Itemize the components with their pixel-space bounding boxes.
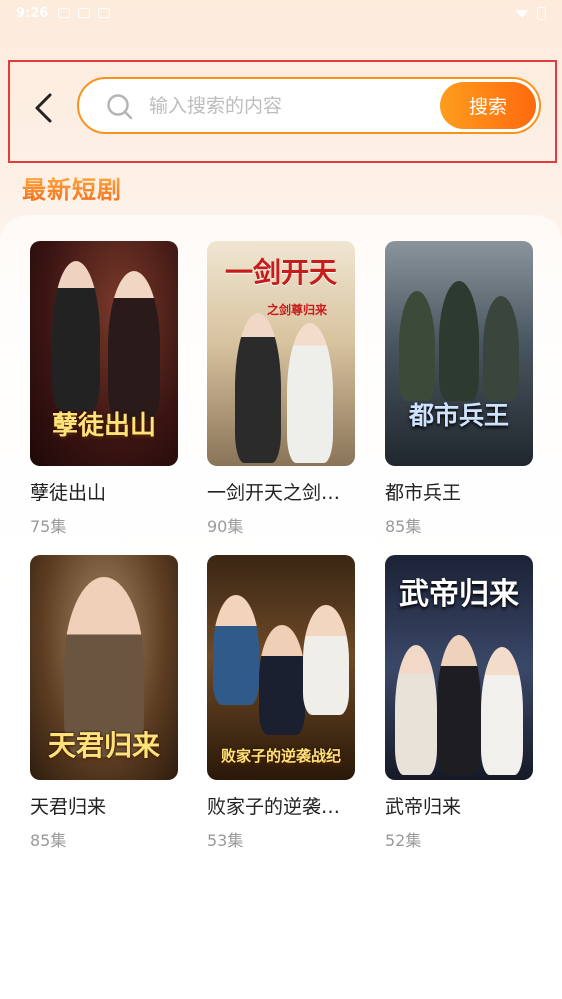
episode-count: 53集 xyxy=(207,831,244,850)
section-title: 最新短剧 xyxy=(22,170,122,205)
drama-card[interactable]: 孽徒出山 孽徒出山 75集 xyxy=(30,241,178,537)
mail-notification-icon xyxy=(98,8,111,18)
episode-count: 85集 xyxy=(385,517,422,536)
drama-poster: 一剑开天 之剑尊归来 xyxy=(207,241,355,466)
status-bar: 9:26 xyxy=(0,0,562,26)
drama-poster: 孽徒出山 xyxy=(30,241,178,466)
poster-title: 武帝归来 xyxy=(399,577,519,612)
app-notification-icon xyxy=(78,8,91,18)
status-time: 9:26 xyxy=(16,5,49,21)
drama-card[interactable]: 天君归来 天君归来 85集 xyxy=(30,555,178,851)
drama-poster: 败家子的逆袭战纪 xyxy=(207,555,355,780)
drama-poster: 天君归来 xyxy=(30,555,178,780)
wifi-icon xyxy=(515,10,529,18)
episode-count: 90集 xyxy=(207,517,244,536)
poster-title: 一剑开天 xyxy=(224,256,337,289)
search-input[interactable] xyxy=(149,89,429,123)
poster-subtitle: 之剑尊归来 xyxy=(267,303,328,317)
chevron-left-icon xyxy=(35,93,52,123)
search-header: 搜索 xyxy=(8,60,557,163)
drama-title: 天君归来 xyxy=(30,796,107,818)
drama-title: 败家子的逆袭… xyxy=(207,796,341,818)
episode-count: 75集 xyxy=(30,517,67,536)
poster-title: 孽徒出山 xyxy=(51,411,156,441)
episode-count: 52集 xyxy=(385,831,422,850)
poster-title: 天君归来 xyxy=(47,729,160,762)
episode-count: 85集 xyxy=(30,831,67,850)
poster-title: 败家子的逆袭战纪 xyxy=(220,747,341,765)
drama-card[interactable]: 都市兵王 都市兵王 85集 xyxy=(385,241,533,537)
drama-card[interactable]: 一剑开天 之剑尊归来 一剑开天之剑… 90集 xyxy=(207,241,355,537)
search-box[interactable]: 搜索 xyxy=(77,77,541,134)
drama-title: 孽徒出山 xyxy=(30,482,107,504)
gallery-notification-icon xyxy=(58,8,71,18)
drama-poster: 都市兵王 xyxy=(385,241,533,466)
poster-title: 都市兵王 xyxy=(408,401,509,430)
drama-poster: 武帝归来 xyxy=(385,555,533,780)
search-button[interactable]: 搜索 xyxy=(440,82,536,129)
battery-icon xyxy=(537,6,546,20)
drama-title: 武帝归来 xyxy=(385,796,462,818)
drama-title: 一剑开天之剑… xyxy=(207,482,341,504)
back-button[interactable] xyxy=(28,88,58,128)
search-icon xyxy=(107,94,133,120)
drama-card[interactable]: 武帝归来 武帝归来 52集 xyxy=(385,555,533,851)
drama-title: 都市兵王 xyxy=(385,482,462,504)
drama-card[interactable]: 败家子的逆袭战纪 败家子的逆袭… 53集 xyxy=(207,555,355,851)
